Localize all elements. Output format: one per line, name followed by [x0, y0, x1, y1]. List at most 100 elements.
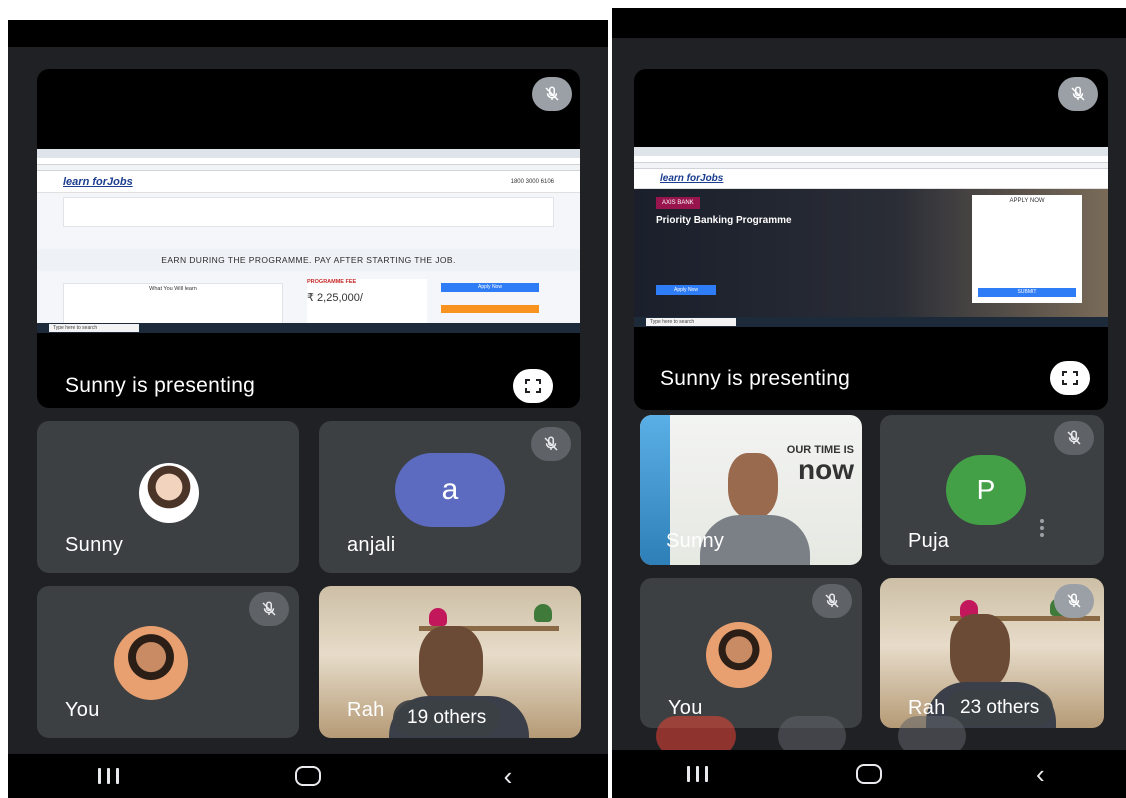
- site-header: learn forJobs: [634, 169, 1108, 189]
- home-icon: [295, 766, 321, 786]
- mic-off-glyph: [262, 601, 276, 616]
- mic-off-icon: [1054, 421, 1094, 455]
- home-icon: [855, 764, 882, 784]
- presentation-tile[interactable]: learn forJobs 1800 3000 6106 EARN DURING…: [37, 69, 580, 408]
- stats-row: [63, 197, 554, 227]
- site-header: learn forJobs 1800 3000 6106: [37, 171, 580, 193]
- home-button[interactable]: [278, 766, 338, 786]
- hero-banner: AXIS BANK Priority Banking Programme App…: [634, 189, 1108, 317]
- mic-off-icon: [532, 77, 572, 111]
- taskbar-search: Type here to search: [49, 324, 139, 332]
- back-button[interactable]: ‹: [478, 761, 538, 792]
- participant-tile-puja[interactable]: P Puja: [880, 415, 1104, 565]
- windows-taskbar: Type here to search: [634, 317, 1108, 327]
- mic-off-glyph: [1067, 430, 1081, 445]
- recents-button[interactable]: [78, 768, 138, 784]
- avatar-you: [114, 626, 188, 700]
- avatar-letter: P: [976, 474, 996, 505]
- back-icon: ‹: [1035, 758, 1045, 789]
- fee-panel: PROGRAMME FEE ₹ 2,25,000/: [307, 279, 427, 329]
- participant-tile-you[interactable]: You: [640, 578, 862, 728]
- mic-off-icon: [1058, 77, 1098, 111]
- others-count-badge[interactable]: 19 others: [393, 700, 501, 736]
- mic-off-glyph: [1071, 86, 1085, 101]
- avatar-anjali: a: [395, 453, 505, 527]
- person-face: [419, 626, 483, 706]
- avatar-sunny: [139, 463, 199, 523]
- site-phone: 1800 3000 6106: [510, 178, 554, 185]
- status-bar: [612, 8, 1126, 38]
- recents-icon: [687, 766, 709, 782]
- status-bar: [8, 20, 608, 47]
- participant-name: Rah: [347, 699, 385, 721]
- mic-off-icon: [1054, 584, 1094, 618]
- participant-tile-sunny[interactable]: OUR TIME IS now Sunny: [640, 415, 862, 565]
- earn-headline: EARN DURING THE PROGRAMME. PAY AFTER STA…: [37, 249, 580, 271]
- mic-off-icon: [812, 584, 852, 618]
- android-nav-bar: ‹: [612, 750, 1126, 798]
- avatar-letter: a: [441, 473, 459, 506]
- apply-now-button[interactable]: Apply Now: [441, 283, 539, 292]
- recents-button[interactable]: [668, 766, 728, 782]
- mic-off-icon: [531, 427, 571, 461]
- participant-tile-anjali[interactable]: a anjali: [319, 421, 581, 573]
- site-logo: learn forJobs: [63, 175, 133, 188]
- android-nav-bar: ‹: [8, 754, 608, 798]
- avatar-you: [706, 622, 772, 688]
- fee-label: PROGRAMME FEE: [307, 279, 357, 285]
- address-bar: [634, 156, 1108, 163]
- participant-name: Sunny: [65, 534, 124, 556]
- fullscreen-button[interactable]: [513, 369, 553, 403]
- participant-tile-others[interactable]: Rah 19 others: [319, 586, 581, 738]
- browser-tabs: [634, 147, 1108, 156]
- back-icon: ‹: [503, 760, 513, 791]
- plant: [429, 608, 447, 626]
- presentation-tile[interactable]: learn forJobs AXIS BANK Priority Banking…: [634, 69, 1108, 410]
- participant-name: Sunny: [666, 530, 725, 552]
- taskbar-search: Type here to search: [646, 318, 736, 326]
- fee-value: ₹ 2,25,000/: [307, 292, 363, 304]
- mic-off-icon: [249, 592, 289, 626]
- more-options-icon[interactable]: [1040, 519, 1044, 537]
- windows-taskbar: Type here to search: [37, 323, 580, 333]
- presenting-label: Sunny is presenting: [65, 374, 256, 397]
- person-face: [728, 453, 778, 519]
- address-bar: [37, 158, 580, 165]
- participant-name: anjali: [347, 534, 396, 556]
- bank-name: AXIS BANK: [662, 200, 694, 206]
- shared-screen: learn forJobs AXIS BANK Priority Banking…: [634, 147, 1108, 327]
- programme-title: Priority Banking Programme: [656, 215, 792, 226]
- home-button[interactable]: [839, 764, 899, 784]
- fine-print: [37, 231, 580, 249]
- orange-button[interactable]: [441, 305, 539, 313]
- mic-off-glyph: [545, 86, 559, 101]
- participant-tile-others[interactable]: Rah 23 others: [880, 578, 1104, 728]
- mic-off-glyph: [1067, 593, 1081, 608]
- fullscreen-icon: [525, 379, 541, 393]
- back-button[interactable]: ‹: [1010, 759, 1070, 790]
- participant-tile-sunny[interactable]: Sunny: [37, 421, 299, 573]
- apply-form: APPLY NOW SUBMIT: [972, 195, 1082, 303]
- bank-badge: AXIS BANK: [656, 197, 700, 209]
- fullscreen-button[interactable]: [1050, 361, 1090, 395]
- apply-now-button[interactable]: Apply Now: [656, 285, 716, 295]
- learn-heading: What You Will learn: [149, 286, 197, 292]
- right-phone-screen: learn forJobs AXIS BANK Priority Banking…: [612, 8, 1126, 798]
- avatar-puja: P: [946, 455, 1026, 525]
- mic-off-glyph: [825, 593, 839, 608]
- browser-tabs: [37, 149, 580, 158]
- background-text-large: now: [798, 454, 854, 485]
- shared-screen: learn forJobs 1800 3000 6106 EARN DURING…: [37, 149, 580, 333]
- form-title: APPLY NOW: [1009, 198, 1045, 204]
- fullscreen-icon: [1062, 371, 1078, 385]
- site-logo: learn forJobs: [660, 173, 724, 184]
- presenting-label: Sunny is presenting: [660, 367, 851, 390]
- submit-button[interactable]: SUBMIT: [978, 288, 1076, 297]
- recents-icon: [97, 768, 119, 784]
- plant: [534, 604, 552, 622]
- left-phone-screen: learn forJobs 1800 3000 6106 EARN DURING…: [8, 20, 608, 798]
- person-face: [950, 614, 1010, 690]
- participant-tile-you[interactable]: You: [37, 586, 299, 738]
- others-count-badge[interactable]: 23 others: [946, 690, 1054, 726]
- background-text: OUR TIME IS now: [787, 445, 854, 484]
